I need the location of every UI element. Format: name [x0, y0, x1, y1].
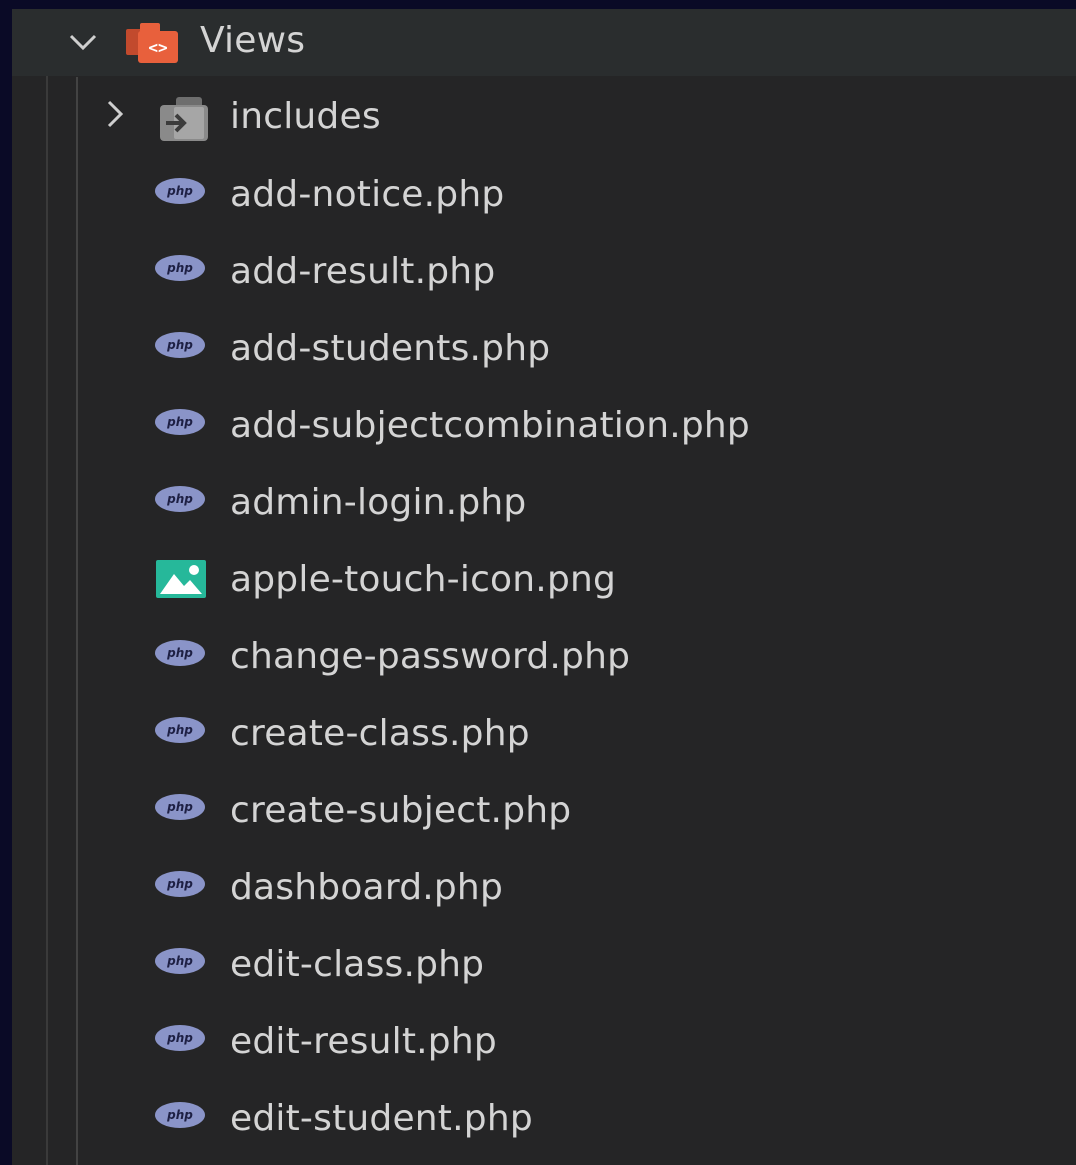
svg-text:php: php: [166, 877, 193, 891]
file-label: add-subjectcombination.php: [230, 405, 750, 446]
file-row[interactable]: php add-students.php: [12, 309, 1076, 386]
file-label: add-students.php: [230, 328, 551, 369]
svg-text:php: php: [166, 1031, 193, 1045]
file-label: dashboard.php: [230, 867, 504, 908]
svg-text:php: php: [166, 723, 193, 737]
views-folder-icon: <>: [126, 23, 178, 63]
file-label: edit-class.php: [230, 944, 485, 985]
php-file-icon: php: [155, 486, 205, 512]
php-file-icon: php: [155, 409, 205, 435]
svg-text:php: php: [166, 338, 193, 352]
svg-text:php: php: [166, 800, 193, 814]
file-row[interactable]: php edit-student.php: [12, 1079, 1076, 1156]
file-label: create-class.php: [230, 713, 530, 754]
chevron-down-icon[interactable]: [68, 27, 98, 57]
svg-text:<>: <>: [148, 38, 167, 57]
file-label: edit-student.php: [230, 1098, 533, 1139]
folder-includes-row[interactable]: includes: [12, 77, 1076, 154]
file-row[interactable]: php change-password.php: [12, 617, 1076, 694]
file-row[interactable]: php create-class.php: [12, 694, 1076, 771]
php-file-icon: php: [155, 640, 205, 666]
includes-folder-icon: [160, 97, 208, 141]
file-row[interactable]: php dashboard.php: [12, 848, 1076, 925]
chevron-right-icon[interactable]: [100, 99, 130, 129]
file-row[interactable]: php edit-class.php: [12, 925, 1076, 1002]
file-row[interactable]: php edit-result.php: [12, 1002, 1076, 1079]
file-label: create-subject.php: [230, 790, 572, 831]
file-row[interactable]: php add-notice.php: [12, 155, 1076, 232]
svg-text:php: php: [166, 954, 193, 968]
file-explorer-tree: <> Views includes php add-notice.php php…: [12, 9, 1076, 1165]
folder-includes-label: includes: [230, 96, 381, 137]
file-row[interactable]: php add-result.php: [12, 232, 1076, 309]
file-label: add-result.php: [230, 251, 496, 292]
php-file-icon: php: [155, 1025, 205, 1051]
folder-views-label: Views: [200, 20, 306, 61]
file-label: admin-login.php: [230, 482, 527, 523]
svg-text:php: php: [166, 184, 193, 198]
php-file-icon: php: [155, 255, 205, 281]
svg-text:php: php: [166, 261, 193, 275]
php-file-icon: php: [155, 717, 205, 743]
file-row[interactable]: php add-subjectcombination.php: [12, 386, 1076, 463]
file-label: apple-touch-icon.png: [230, 559, 617, 600]
php-file-icon: php: [155, 871, 205, 897]
file-row[interactable]: php create-subject.php: [12, 771, 1076, 848]
file-label: edit-result.php: [230, 1021, 497, 1062]
svg-text:php: php: [166, 415, 193, 429]
php-file-icon: php: [155, 1102, 205, 1128]
php-file-icon: php: [155, 332, 205, 358]
php-file-icon: php: [155, 948, 205, 974]
php-file-icon: php: [155, 794, 205, 820]
file-row[interactable]: php admin-login.php: [12, 463, 1076, 540]
file-row[interactable]: apple-touch-icon.png: [12, 540, 1076, 617]
file-label: change-password.php: [230, 636, 631, 677]
svg-text:php: php: [166, 492, 193, 506]
php-file-icon: php: [155, 178, 205, 204]
svg-text:php: php: [166, 646, 193, 660]
file-label: add-notice.php: [230, 174, 505, 215]
folder-views-row[interactable]: <> Views: [12, 9, 1076, 76]
image-file-icon: [156, 560, 206, 598]
svg-text:php: php: [166, 1108, 193, 1122]
